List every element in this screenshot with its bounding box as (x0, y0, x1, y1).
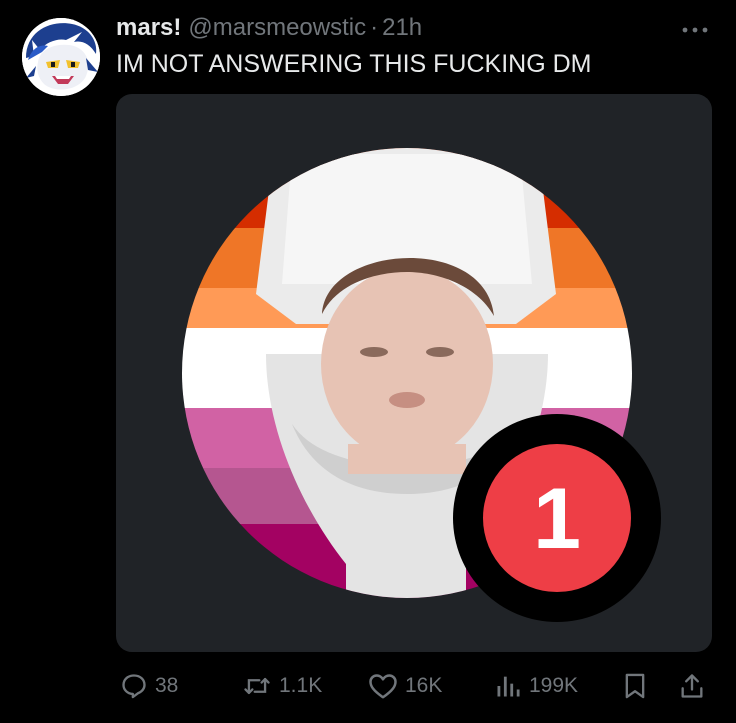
share-button[interactable] (678, 668, 706, 704)
more-horizontal-icon (682, 27, 708, 33)
header-separator: · (370, 14, 379, 41)
tweet-timestamp[interactable]: 21h (382, 14, 422, 42)
bookmark-button[interactable] (622, 668, 648, 704)
heart-icon (369, 674, 397, 699)
views-button[interactable]: 199K (494, 668, 578, 704)
tweet-media[interactable]: 1 (116, 94, 712, 652)
views-bar-chart-icon (497, 676, 520, 697)
profile-picture-icon: 1 (182, 148, 661, 622)
bookmark-icon (625, 673, 645, 699)
reply-button[interactable]: 38 (120, 668, 178, 704)
author-avatar[interactable] (22, 18, 100, 96)
reply-icon (122, 674, 146, 699)
repost-button[interactable]: 1.1K (242, 668, 322, 704)
repost-count: 1.1K (279, 674, 323, 697)
like-count: 16K (405, 674, 443, 697)
more-options-button[interactable] (680, 20, 710, 40)
share-icon (681, 674, 703, 698)
views-count: 199K (529, 674, 579, 697)
author-display-name[interactable]: mars! (116, 14, 181, 42)
tweet-action-bar: 38 1.1K 16K 199K (116, 668, 712, 704)
reply-count: 38 (155, 674, 179, 697)
badge-count: 1 (533, 471, 581, 567)
tweet-header: mars! @marsmeowstic · 21h (116, 14, 422, 46)
like-button[interactable]: 16K (368, 668, 442, 704)
repost-icon (244, 677, 270, 695)
tweet-text: IM NOT ANSWERING THIS FUCKING DM (116, 50, 592, 78)
author-handle[interactable]: @marsmeowstic (188, 14, 366, 42)
cartoon-character-icon (22, 18, 100, 96)
